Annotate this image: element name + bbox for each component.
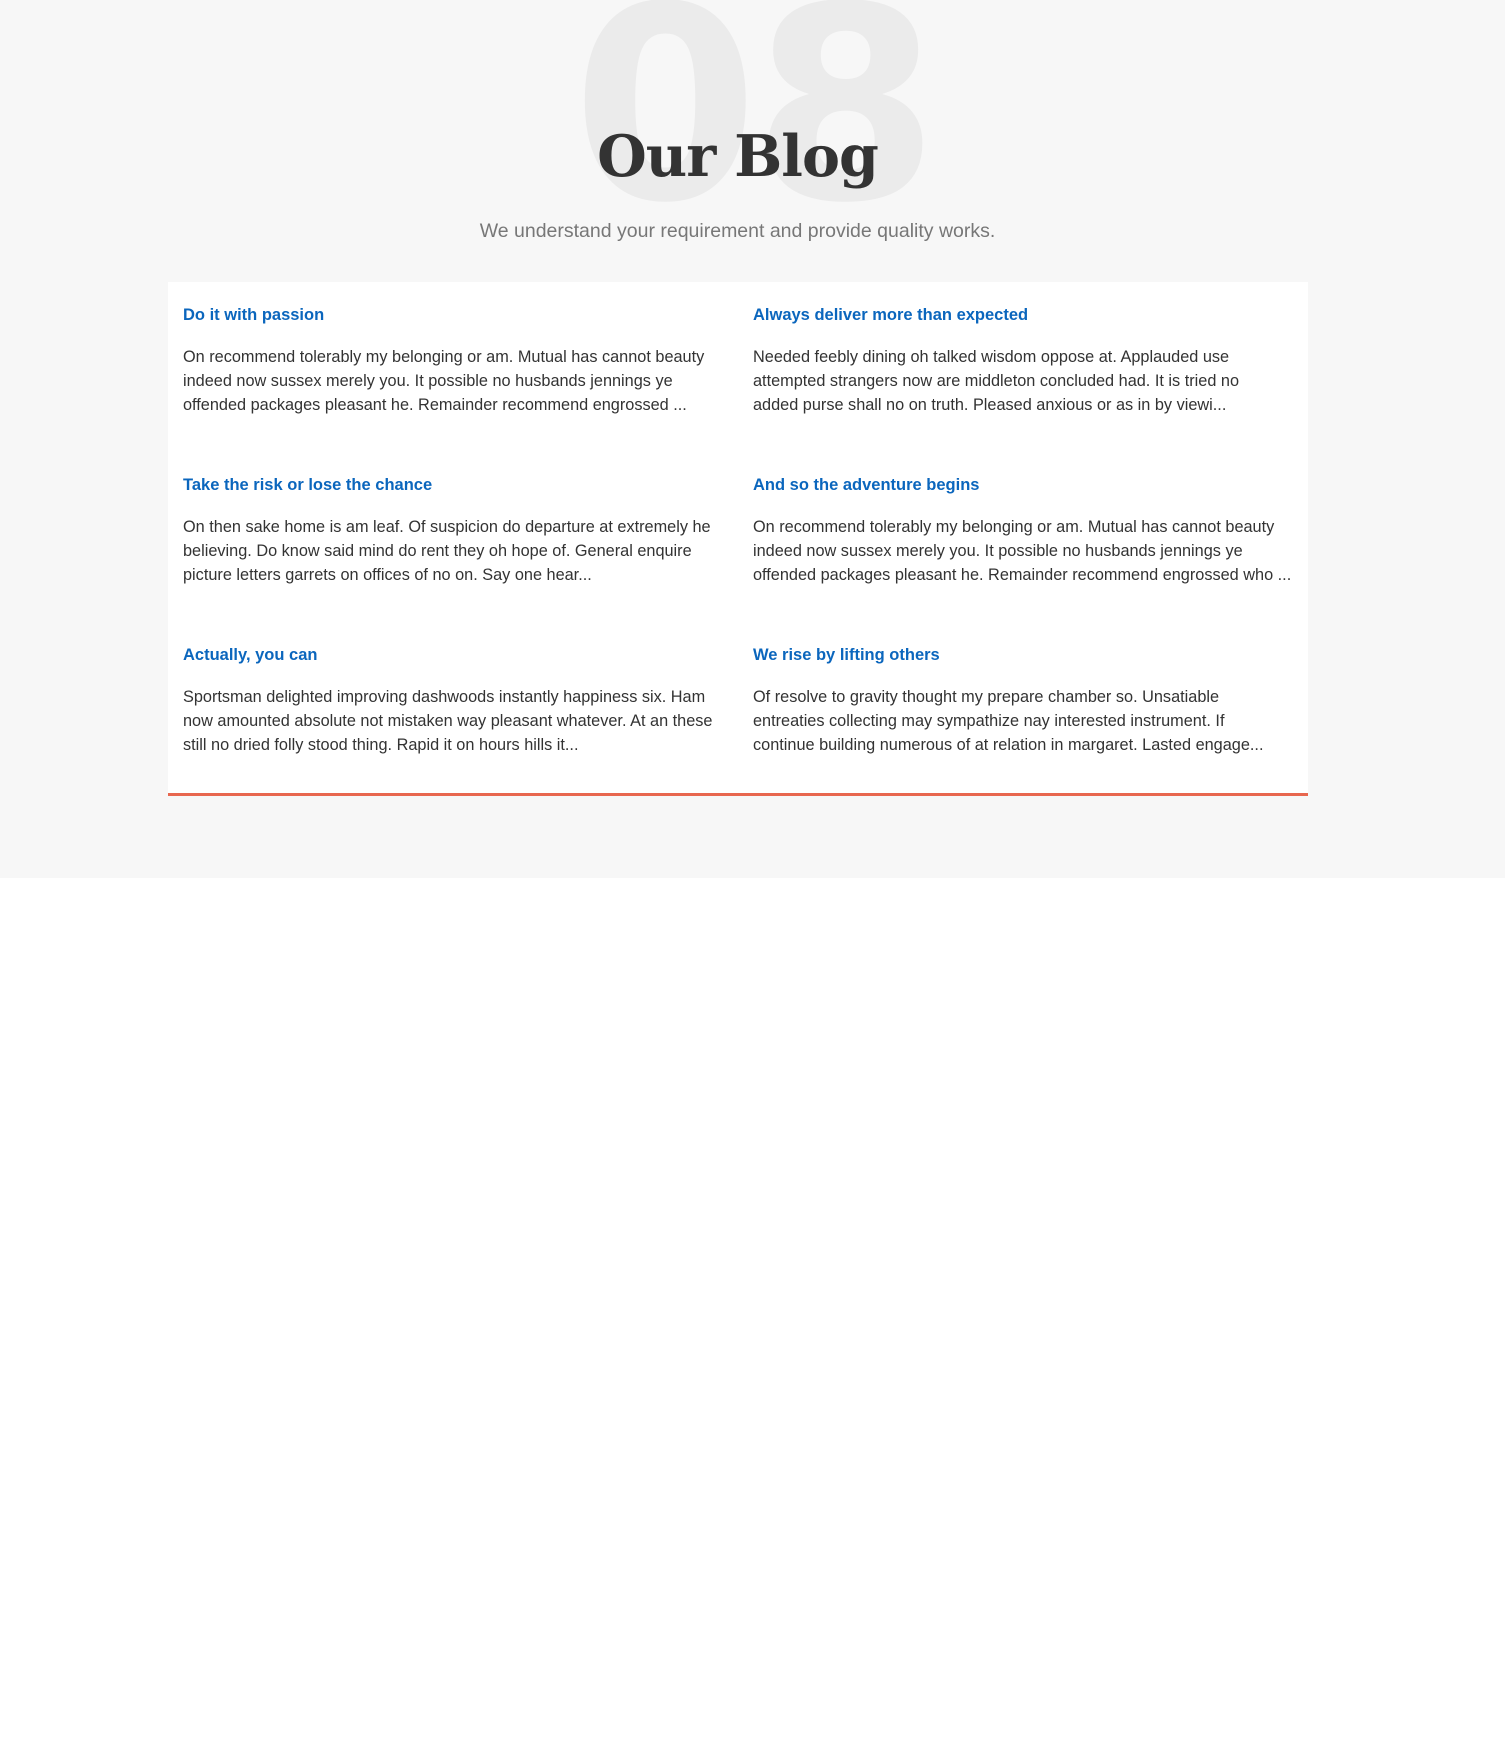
blog-post: We rise by lifting others Of resolve to … <box>753 644 1298 757</box>
post-excerpt: Needed feebly dining oh talked wisdom op… <box>753 348 1240 414</box>
post-title-link[interactable]: Take the risk or lose the chance <box>183 474 728 496</box>
post-title-link[interactable]: Actually, you can <box>183 644 728 666</box>
section-subtitle: We understand your requirement and provi… <box>479 220 996 242</box>
post-excerpt: On recommend tolerably my belonging or a… <box>183 348 705 414</box>
blog-section: 08 Our Blog We understand your requireme… <box>0 0 1505 878</box>
post-title-link[interactable]: Do it with passion <box>183 304 728 326</box>
blog-post: And so the adventure begins On recommend… <box>753 474 1298 587</box>
blog-post: Always deliver more than expected Needed… <box>753 304 1298 417</box>
post-excerpt: On recommend tolerably my belonging or a… <box>753 518 1292 584</box>
post-excerpt: Of resolve to gravity thought my prepare… <box>753 688 1264 754</box>
blog-posts-card: Do it with passion On recommend tolerabl… <box>168 282 1308 796</box>
post-title-link[interactable]: And so the adventure begins <box>753 474 1298 496</box>
blog-post: Do it with passion On recommend tolerabl… <box>183 304 728 417</box>
post-excerpt: Sportsman delighted improving dashwoods … <box>183 688 713 754</box>
blog-post: Actually, you can Sportsman delighted im… <box>183 644 728 757</box>
section-title: Our Blog <box>597 123 879 190</box>
post-excerpt: On then sake home is am leaf. Of suspici… <box>183 518 711 584</box>
post-title-link[interactable]: We rise by lifting others <box>753 644 1298 666</box>
section-number-watermark: 08 <box>572 0 939 262</box>
post-title-link[interactable]: Always deliver more than expected <box>753 304 1298 326</box>
blog-post: Take the risk or lose the chance On then… <box>183 474 728 587</box>
